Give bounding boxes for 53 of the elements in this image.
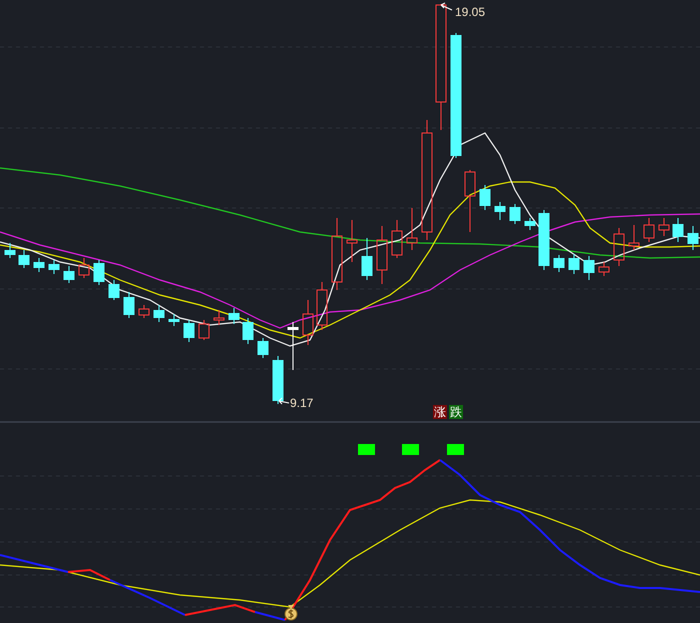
price-label: 19.05 — [455, 5, 486, 19]
candlestick — [554, 254, 564, 272]
candlestick — [272, 356, 284, 404]
candlestick — [644, 218, 654, 242]
candlestick — [184, 320, 194, 342]
candlestick — [214, 310, 224, 326]
candlestick — [362, 238, 372, 280]
candlestick — [392, 220, 402, 258]
candlestick — [78, 258, 90, 278]
candlestick — [376, 226, 388, 284]
candlestick — [464, 170, 476, 232]
signal-block — [358, 444, 375, 455]
candlestick — [688, 226, 698, 250]
candlestick — [584, 256, 594, 280]
candlestick — [258, 338, 268, 358]
pointer-arrow — [278, 398, 290, 404]
candlestick — [628, 224, 640, 250]
candlestick — [568, 254, 580, 274]
candlestick — [406, 208, 418, 250]
pointer-arrow — [440, 2, 452, 10]
money-bag-icon — [284, 605, 298, 620]
candlestick — [288, 322, 298, 370]
candlestick — [198, 320, 210, 340]
signal-block — [402, 444, 419, 455]
candlestick — [34, 258, 44, 272]
candlestick — [316, 282, 328, 330]
candlestick — [598, 262, 610, 276]
candlestick — [64, 266, 74, 284]
candlestick — [480, 184, 490, 210]
candlestick — [18, 250, 30, 268]
candlestick — [228, 308, 240, 324]
candlestick — [124, 292, 134, 318]
legend-label: 跌 — [449, 405, 463, 419]
candlestick — [154, 304, 164, 322]
candlestick — [614, 228, 624, 266]
candlestick — [4, 242, 16, 258]
candlestick — [242, 318, 254, 344]
candlestick — [658, 218, 670, 236]
candlestick — [672, 218, 684, 242]
candlestick — [494, 202, 506, 220]
candlestick — [346, 220, 358, 262]
candlestick — [524, 218, 536, 230]
candlestick — [538, 210, 550, 270]
candlestick — [302, 300, 314, 346]
candlestick — [108, 280, 120, 300]
candlestick — [168, 314, 180, 326]
candlestick — [48, 260, 60, 274]
candlestick — [94, 260, 104, 286]
candlestick — [510, 204, 520, 224]
price-label: 9.17 — [290, 396, 314, 410]
candlestick — [138, 304, 150, 318]
signal-block — [447, 444, 464, 455]
legend-label: 涨 — [433, 405, 447, 419]
